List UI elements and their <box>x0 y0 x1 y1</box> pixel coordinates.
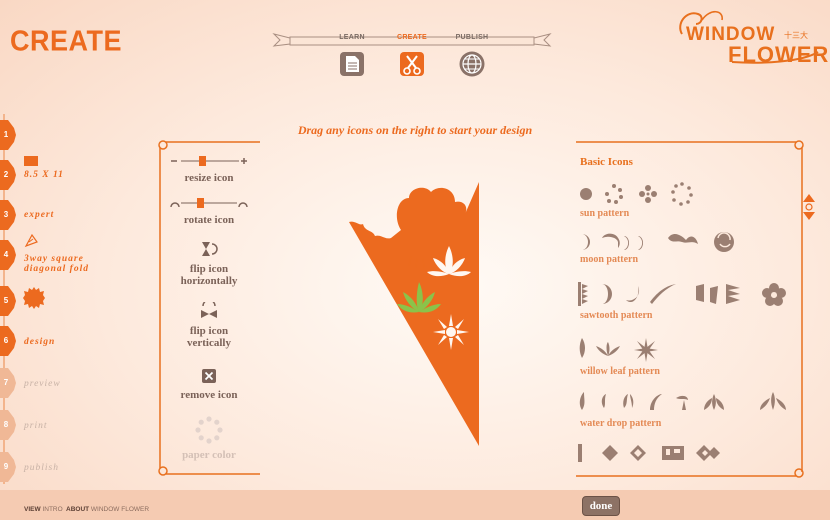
window-flower-logo: 十三大 WINDOW FLOWER <box>672 4 828 67</box>
step-3[interactable]: 3 expert <box>0 200 120 240</box>
resize-slider-icon[interactable] <box>169 155 249 167</box>
step-text: publish <box>24 463 59 473</box>
step-6[interactable]: 6 design <box>0 326 120 366</box>
step-4[interactable]: 4 3way square diagonal fold <box>0 234 120 286</box>
rotate-label: rotate icon <box>183 214 235 226</box>
paper-color-label: paper color <box>182 449 236 461</box>
done-button[interactable]: done <box>582 496 620 516</box>
sun-pattern-label: sun pattern <box>580 208 630 219</box>
paper-color-swatch-icon <box>23 287 45 309</box>
moon-pattern-label: moon pattern <box>580 254 639 265</box>
sawtooth-pattern-icons[interactable] <box>578 280 798 308</box>
remove-tool[interactable]: remove icon <box>156 368 262 401</box>
willow-leaf-pattern-icons[interactable] <box>578 336 658 362</box>
page-title: CREATE <box>10 25 123 57</box>
tool-panel: resize icon rotate icon flip icon horizo… <box>156 138 262 478</box>
nav-learn[interactable]: LEARN <box>322 28 382 78</box>
step-number: 2 <box>3 170 9 179</box>
remove-label: remove icon <box>180 389 238 401</box>
step-text: expert <box>24 210 55 220</box>
paper-size-icon <box>24 156 38 166</box>
top-nav: LEARN CREATE PUBLISH <box>272 28 552 83</box>
sawtooth-pattern-label: sawtooth pattern <box>580 310 653 321</box>
step-number: 4 <box>3 250 9 259</box>
fold-icon <box>24 234 38 248</box>
about-label: ABOUT <box>66 506 90 513</box>
view-label: VIEW <box>24 506 41 513</box>
nav-publish-label: PUBLISH <box>455 34 489 41</box>
basic-icons-heading: Basic Icons <box>580 156 633 168</box>
water-drop-pattern-label: water drop pattern <box>580 418 662 429</box>
step-9[interactable]: 9 publish <box>0 452 120 492</box>
willow-leaf-pattern-label: willow leaf pattern <box>580 366 660 377</box>
step-text: 8.5 X 11 <box>24 170 64 180</box>
globe-icon[interactable] <box>458 50 486 78</box>
instruction-text: Drag any icons on the right to start you… <box>297 123 533 137</box>
step-text: design <box>24 337 56 347</box>
step-1[interactable]: 1 <box>0 120 120 160</box>
flip-vertical-icon[interactable] <box>198 299 220 320</box>
svg-text:十三大: 十三大 <box>784 30 808 40</box>
water-drop-pattern-icons[interactable] <box>578 390 788 416</box>
resize-label: resize icon <box>184 172 234 184</box>
step-7[interactable]: 7 preview <box>0 368 120 408</box>
step-number: 5 <box>3 296 9 305</box>
step-number: 6 <box>3 336 9 345</box>
step-text: print <box>24 421 48 431</box>
step-list: 1 2 8.5 X 11 3 expert 4 3way square diag… <box>0 114 120 484</box>
logo-line2: FLOWER <box>728 42 830 67</box>
remove-icon[interactable] <box>201 368 217 384</box>
flip-vertical-label: flip icon vertically <box>187 325 231 349</box>
moon-pattern-icons[interactable] <box>578 230 738 254</box>
rotate-slider-icon[interactable] <box>169 197 249 209</box>
step-5[interactable]: 5 <box>0 286 120 326</box>
about-link-text[interactable]: WINDOW FLOWER <box>91 506 149 513</box>
document-icon[interactable] <box>338 50 366 78</box>
step-number: 9 <box>3 462 9 471</box>
step-number: 1 <box>3 130 9 139</box>
intro-link-text[interactable]: INTRO <box>42 506 62 513</box>
scroll-arrows-icon[interactable] <box>800 192 818 222</box>
icon-panel: Basic Icons sun pattern moon pattern saw… <box>572 138 820 480</box>
step-number: 8 <box>3 420 9 429</box>
nav-publish[interactable]: PUBLISH <box>442 28 502 78</box>
folded-paper-design[interactable] <box>345 178 485 450</box>
nav-create[interactable]: CREATE <box>382 28 442 78</box>
step-text: preview <box>24 379 61 389</box>
step-8[interactable]: 8 print <box>0 410 120 450</box>
paper-color-icon[interactable] <box>195 416 223 444</box>
nav-learn-label: LEARN <box>339 34 365 41</box>
step-number: 3 <box>3 210 9 219</box>
sun-pattern-icons[interactable] <box>578 182 698 206</box>
resize-tool[interactable]: resize icon <box>156 154 262 184</box>
about-window-flower-link[interactable]: ABOUT WINDOW FLOWER <box>66 506 149 513</box>
flip-horizontal-label: flip icon horizontally <box>180 263 238 287</box>
design-canvas[interactable] <box>345 178 485 450</box>
flip-horizontal-tool[interactable]: flip icon horizontally <box>156 240 262 287</box>
step-2[interactable]: 2 8.5 X 11 <box>0 156 120 200</box>
footer: VIEW INTRO ABOUT WINDOW FLOWER <box>0 490 830 520</box>
flip-horizontal-icon[interactable] <box>198 240 220 258</box>
sun-cutout-icon <box>433 314 469 350</box>
shape-pattern-icons[interactable] <box>578 442 728 464</box>
scissors-icon[interactable] <box>398 50 426 78</box>
flip-vertical-tool[interactable]: flip icon vertically <box>156 299 262 349</box>
paper-color-tool[interactable]: paper color <box>156 416 262 461</box>
view-intro-link[interactable]: VIEW INTRO <box>24 506 63 513</box>
step-number: 7 <box>3 378 9 387</box>
step-text: 3way square diagonal fold <box>24 254 89 274</box>
nav-create-label: CREATE <box>396 34 428 41</box>
rotate-tool[interactable]: rotate icon <box>156 196 262 226</box>
